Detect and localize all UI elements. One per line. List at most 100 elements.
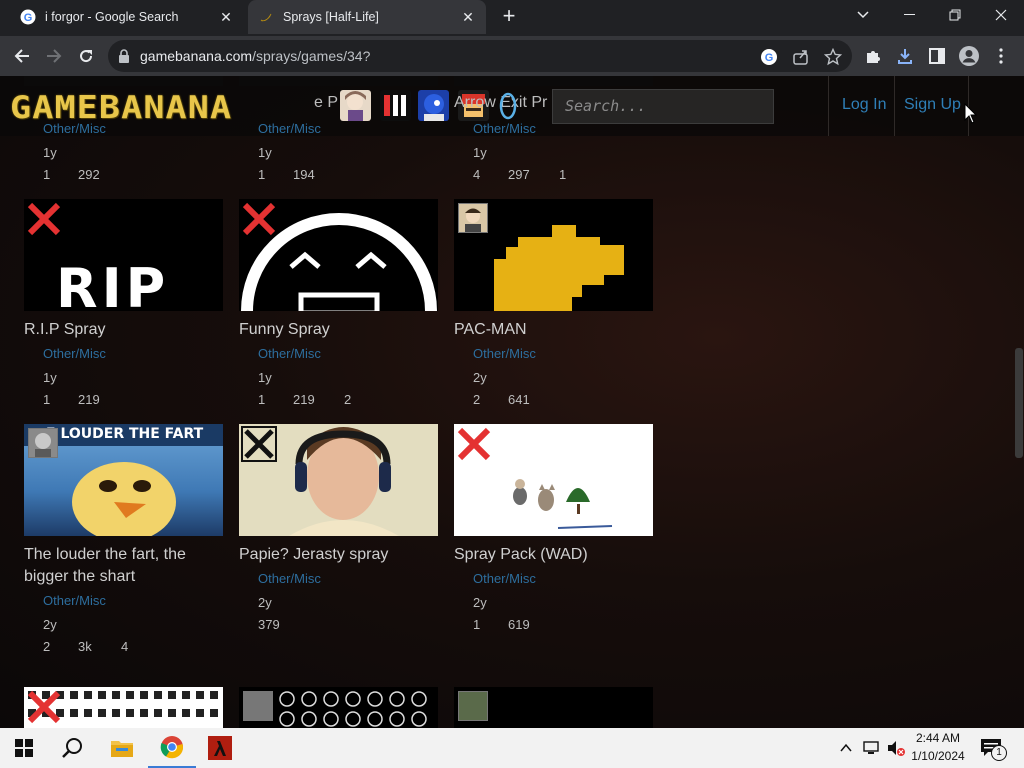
search-input[interactable]: Search... bbox=[552, 89, 774, 124]
stat-value: 1 bbox=[559, 167, 567, 182]
forward-button[interactable] bbox=[42, 44, 66, 68]
category-link[interactable]: Other/Misc bbox=[258, 346, 321, 361]
category-link[interactable]: Other/Misc bbox=[43, 346, 106, 361]
google-icon: G bbox=[20, 9, 36, 25]
card-title[interactable]: Spray Pack (WAD) bbox=[454, 544, 588, 566]
thumbnail-text: RIP bbox=[56, 257, 170, 311]
banana-icon bbox=[258, 9, 274, 25]
restore-button[interactable] bbox=[932, 0, 978, 30]
search-icon bbox=[62, 738, 82, 758]
stat-value: 219 bbox=[78, 392, 100, 407]
age-label: 1y bbox=[43, 145, 57, 160]
game-icon-red-logo[interactable] bbox=[380, 90, 411, 121]
tab-title: i forgor - Google Search bbox=[45, 10, 179, 24]
back-button[interactable] bbox=[10, 44, 34, 68]
mouse-cursor-icon bbox=[964, 103, 978, 124]
side-panel-icon[interactable] bbox=[926, 45, 948, 67]
category-link[interactable]: Other/Misc bbox=[473, 571, 536, 586]
clock-time[interactable]: 2:44 AM bbox=[906, 731, 970, 745]
half-life-taskbar-button[interactable] bbox=[196, 728, 244, 768]
red-x-icon bbox=[27, 202, 61, 236]
header-game-text: e P bbox=[314, 94, 339, 111]
chrome-taskbar-button[interactable] bbox=[148, 728, 196, 768]
age-label: 1y bbox=[258, 145, 272, 160]
tab-strip: G i forgor - Google Search ✕ Sprays [Hal… bbox=[0, 0, 1024, 36]
arrow-left-icon bbox=[14, 49, 29, 63]
windows-logo-icon bbox=[15, 739, 33, 757]
network-icon[interactable] bbox=[862, 739, 880, 757]
volume-muted-icon[interactable] bbox=[886, 739, 906, 757]
close-icon[interactable]: ✕ bbox=[460, 9, 476, 25]
card-title[interactable]: Funny Spray bbox=[239, 319, 330, 341]
thumbnail-partial-doodles[interactable] bbox=[239, 687, 438, 728]
login-link[interactable]: Log In bbox=[842, 96, 886, 114]
stat-value: 4 bbox=[121, 639, 129, 654]
notifications-button[interactable]: 1 bbox=[980, 738, 1008, 761]
address-bar[interactable]: gamebanana.com/sprays/games/34? G bbox=[108, 40, 852, 72]
chevron-up-icon[interactable] bbox=[838, 740, 854, 756]
stat-value: 1 bbox=[473, 617, 481, 632]
clock-date[interactable]: 1/10/2024 bbox=[906, 749, 970, 763]
url-text: gamebanana.com/sprays/games/34? bbox=[140, 48, 371, 64]
profile-avatar-icon[interactable] bbox=[958, 45, 980, 67]
reload-button[interactable] bbox=[74, 44, 98, 68]
uploader-avatar[interactable] bbox=[458, 691, 488, 721]
search-button[interactable] bbox=[48, 728, 96, 768]
card-title[interactable]: Papie? Jerasty spray bbox=[239, 544, 388, 566]
share-icon[interactable] bbox=[792, 48, 810, 66]
game-icon-ring[interactable] bbox=[498, 90, 529, 121]
download-icon[interactable] bbox=[894, 45, 916, 67]
red-x-icon bbox=[242, 202, 276, 236]
age-label: 2y bbox=[258, 595, 272, 610]
minimize-button[interactable] bbox=[886, 0, 932, 30]
category-link[interactable]: Other/Misc bbox=[43, 121, 106, 136]
game-icon-sonic[interactable] bbox=[418, 90, 449, 121]
tab-search-chevron-icon[interactable] bbox=[840, 0, 886, 30]
uploader-avatar[interactable] bbox=[28, 428, 58, 458]
category-link[interactable]: Other/Misc bbox=[258, 121, 321, 136]
scrollbar-thumb[interactable] bbox=[1015, 348, 1023, 458]
svg-text:G: G bbox=[765, 52, 774, 64]
uploader-avatar[interactable] bbox=[458, 203, 488, 233]
category-link[interactable]: Other/Misc bbox=[473, 346, 536, 361]
category-link[interactable]: Other/Misc bbox=[43, 593, 106, 608]
game-icon-anime[interactable] bbox=[340, 90, 371, 121]
stat-value: 297 bbox=[508, 167, 530, 182]
tab-sprays[interactable]: Sprays [Half-Life] ✕ bbox=[248, 0, 486, 34]
thumbnail-partial-dark[interactable] bbox=[454, 687, 653, 728]
start-button[interactable] bbox=[0, 728, 48, 768]
stat-value: 379 bbox=[258, 617, 280, 632]
category-link[interactable]: Other/Misc bbox=[473, 121, 536, 136]
card-title[interactable]: The louder the fart, the bigger the shar… bbox=[24, 544, 186, 588]
tab-title: Sprays [Half-Life] bbox=[283, 10, 379, 24]
tab-google-search[interactable]: G i forgor - Google Search ✕ bbox=[10, 0, 244, 34]
new-tab-button[interactable]: + bbox=[498, 5, 520, 28]
red-x-icon bbox=[457, 427, 491, 461]
extensions-puzzle-icon[interactable] bbox=[862, 45, 884, 67]
dark-x-icon bbox=[241, 426, 277, 462]
category-link[interactable]: Other/Misc bbox=[258, 571, 321, 586]
card-title[interactable]: R.I.P Spray bbox=[24, 319, 106, 341]
close-window-button[interactable] bbox=[978, 0, 1024, 30]
stat-value: 2 bbox=[344, 392, 352, 407]
stat-value: 194 bbox=[293, 167, 315, 182]
card-title[interactable]: PAC-MAN bbox=[454, 319, 527, 341]
stat-value: 641 bbox=[508, 392, 530, 407]
age-label: 1y bbox=[258, 370, 272, 385]
notification-count-badge: 1 bbox=[991, 745, 1007, 761]
windows-taskbar: 2:44 AM 1/10/2024 1 bbox=[0, 728, 1024, 768]
folder-icon bbox=[111, 741, 133, 757]
stat-value: 219 bbox=[293, 392, 315, 407]
arrow-right-icon bbox=[47, 49, 62, 63]
close-icon[interactable]: ✕ bbox=[218, 9, 234, 25]
divider bbox=[828, 76, 829, 136]
kebab-menu-icon[interactable] bbox=[990, 45, 1012, 67]
stat-value: 1 bbox=[43, 167, 51, 182]
age-label: 1y bbox=[473, 145, 487, 160]
file-explorer-button[interactable] bbox=[98, 728, 146, 768]
bookmark-star-icon[interactable] bbox=[823, 47, 843, 66]
signup-link[interactable]: Sign Up bbox=[904, 96, 961, 114]
page-scrollbar[interactable] bbox=[1014, 76, 1024, 728]
google-lens-icon[interactable]: G bbox=[760, 48, 778, 66]
chrome-icon bbox=[160, 736, 184, 759]
